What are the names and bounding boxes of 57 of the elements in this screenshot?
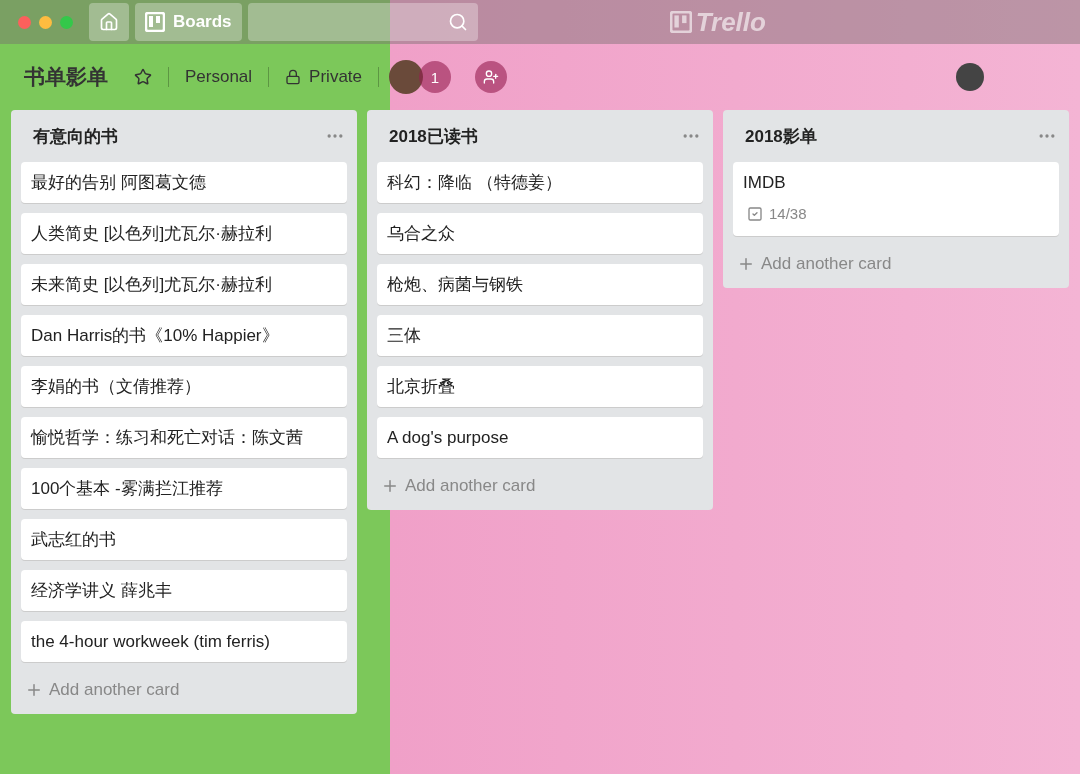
visibility-button[interactable]: Private xyxy=(279,61,369,93)
card-title: 乌合之众 xyxy=(387,223,456,244)
card-title: 科幻：降临 （特德姜） xyxy=(387,172,563,193)
plus-icon xyxy=(25,681,43,699)
lock-icon xyxy=(285,69,302,85)
card[interactable]: 北京折叠 xyxy=(377,366,703,407)
board-title[interactable]: 书单影单 xyxy=(24,63,108,91)
plus-icon xyxy=(737,255,755,273)
card[interactable]: 枪炮、病菌与钢铁 xyxy=(377,264,703,305)
checklist-count: 14/38 xyxy=(769,205,807,222)
card[interactable]: 乌合之众 xyxy=(377,213,703,254)
card[interactable]: A dog's purpose xyxy=(377,417,703,458)
card-title: 未来简史 [以色列]尤瓦尔·赫拉利 xyxy=(31,274,273,295)
list-title[interactable]: 有意向的书 xyxy=(33,124,118,148)
card[interactable]: 100个基本 -雾满拦江推荐 xyxy=(21,468,347,509)
card-title: A dog's purpose xyxy=(387,427,510,448)
card-title: 北京折叠 xyxy=(387,376,456,397)
checklist-icon xyxy=(747,205,763,222)
card-title: Dan Harris的书《10% Happier》 xyxy=(31,325,280,346)
card-title: 三体 xyxy=(387,325,422,346)
list-title[interactable]: 2018已读书 xyxy=(389,124,478,148)
card-title: 经济学讲义 薛兆丰 xyxy=(31,580,173,601)
card[interactable]: the 4-hour workweek (tim ferris) xyxy=(21,621,347,662)
logo-icon xyxy=(669,11,692,33)
invite-button[interactable] xyxy=(475,61,508,93)
team-button[interactable]: Personal xyxy=(179,61,259,93)
card[interactable]: IMDB 14/38 xyxy=(733,162,1059,236)
search-icon xyxy=(447,12,468,32)
card-title: 人类简史 [以色列]尤瓦尔·赫拉利 xyxy=(31,223,273,244)
search-field[interactable] xyxy=(247,3,478,41)
home-icon xyxy=(99,12,119,32)
card[interactable]: Dan Harris的书《10% Happier》 xyxy=(21,315,347,356)
add-member-icon xyxy=(483,69,500,85)
card[interactable]: 未来简史 [以色列]尤瓦尔·赫拉利 xyxy=(21,264,347,305)
card-title: 枪炮、病菌与钢铁 xyxy=(387,274,524,295)
home-button[interactable] xyxy=(89,3,129,41)
card[interactable]: 李娟的书（文倩推荐） xyxy=(21,366,347,407)
card[interactable]: 三体 xyxy=(377,315,703,356)
plus-icon xyxy=(381,477,399,495)
card-title: 武志红的书 xyxy=(31,529,117,550)
logo-text: Trello xyxy=(695,6,766,38)
card[interactable]: 愉悦哲学：练习和死亡对话：陈文茜 xyxy=(21,417,347,458)
card-title: 100个基本 -雾满拦江推荐 xyxy=(31,478,224,499)
card-title: 最好的告别 阿图葛文德 xyxy=(31,172,207,193)
card-title: 李娟的书（文倩推荐） xyxy=(31,376,202,397)
card[interactable]: 武志红的书 xyxy=(21,519,347,560)
card-title: 愉悦哲学：练习和死亡对话：陈文茜 xyxy=(31,427,304,448)
star-icon xyxy=(134,68,152,86)
boards-icon xyxy=(145,12,165,32)
card[interactable]: 科幻：降临 （特德姜） xyxy=(377,162,703,203)
card-title: the 4-hour workweek (tim ferris) xyxy=(31,631,271,652)
card[interactable]: 人类简史 [以色列]尤瓦尔·赫拉利 xyxy=(21,213,347,254)
list-title[interactable]: 2018影单 xyxy=(745,124,817,148)
card-title: IMDB xyxy=(743,172,787,193)
card[interactable]: 经济学讲义 薛兆丰 xyxy=(21,570,347,611)
card[interactable]: 最好的告别 阿图葛文德 xyxy=(21,162,347,203)
member-count[interactable]: 1 xyxy=(419,61,452,93)
